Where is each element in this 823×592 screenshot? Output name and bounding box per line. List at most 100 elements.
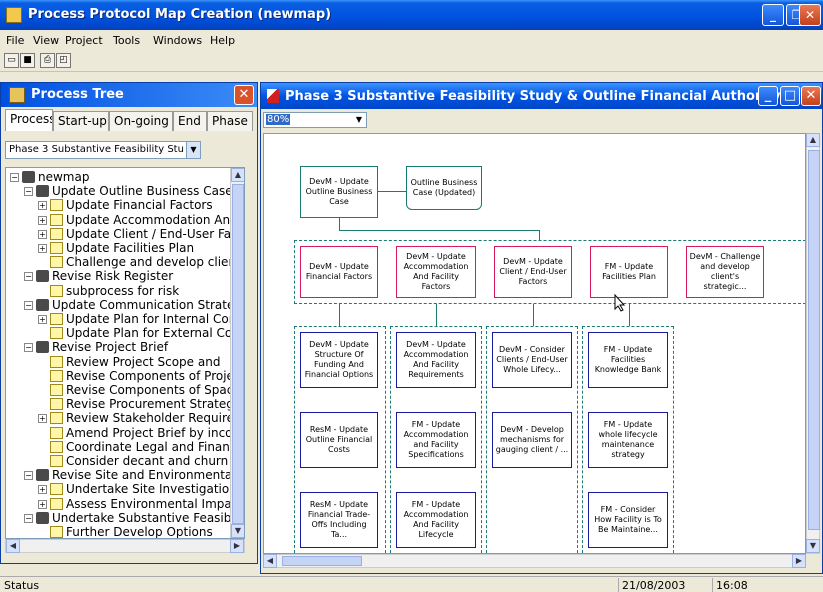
expand-icon[interactable]: + [38, 315, 47, 324]
tree-item[interactable]: − Revise Project Brief [24, 340, 168, 354]
expand-icon[interactable]: + [38, 229, 47, 239]
print-preview-icon[interactable]: ◰ [56, 53, 71, 68]
scroll-right-icon[interactable]: ▶ [792, 554, 806, 568]
save-icon[interactable]: ■ [20, 53, 35, 68]
process-tree-close-button[interactable]: ✕ [234, 85, 254, 105]
tree-item[interactable]: Coordinate Legal and Financial [38, 440, 244, 454]
tree-item[interactable]: − Update Outline Business Case [24, 184, 233, 198]
node-facilities-plan[interactable]: FM - Update Facilities Plan [590, 246, 668, 298]
menu-tools[interactable]: Tools [113, 34, 140, 47]
node-financial-tradeoffs[interactable]: ResM - Update Financial Trade-Offs Inclu… [300, 492, 378, 548]
collapse-icon[interactable]: − [24, 513, 33, 523]
tree-item[interactable]: Revise Procurement Strategy [38, 397, 241, 411]
tree-item[interactable]: + Update Facilities Plan [38, 241, 194, 255]
tree-item[interactable]: Amend Project Brief by incorporating [38, 426, 244, 440]
collapse-icon[interactable]: − [10, 173, 19, 182]
scroll-left-icon[interactable]: ◀ [6, 539, 20, 553]
scroll-right-icon[interactable]: ▶ [230, 539, 244, 553]
tab-process[interactable]: Process [5, 109, 53, 131]
tree-scroll-thumb[interactable] [232, 184, 244, 524]
node-accommodation-requirements[interactable]: DevM - Update Accommodation And Facility… [396, 332, 476, 388]
node-challenge-strategic[interactable]: DevM - Challenge and develop client's st… [686, 246, 764, 298]
node-accommodation-lifecycle[interactable]: FM - Update Accommodation And Facility L… [396, 492, 476, 548]
expand-icon[interactable] [38, 370, 47, 379]
tree-horizontal-scrollbar[interactable]: ◀ ▶ [5, 539, 245, 553]
collapse-icon[interactable]: − [24, 343, 33, 353]
map-maximize-button[interactable]: □ [780, 86, 800, 106]
expand-icon[interactable] [38, 384, 47, 393]
tree-item[interactable]: − newmap [10, 170, 89, 184]
map-canvas[interactable]: DevM - Update Outline Business Case Outl… [263, 133, 806, 554]
expand-icon[interactable] [38, 441, 47, 450]
node-accommodation-specifications[interactable]: FM - Update Accommodation and Facility S… [396, 412, 476, 468]
menu-file[interactable]: File [6, 34, 24, 47]
expand-icon[interactable]: + [38, 201, 47, 211]
map-vertical-scrollbar[interactable]: ▲ ▼ [806, 133, 820, 554]
expand-icon[interactable]: + [38, 244, 47, 253]
node-outline-business-case-doc[interactable]: Outline Business Case (Updated) [406, 166, 482, 210]
tree-item[interactable]: − Update Communication Strategy [24, 298, 244, 312]
scroll-up-icon[interactable]: ▲ [231, 168, 244, 182]
expand-icon[interactable]: + [38, 485, 47, 495]
node-gauging-client[interactable]: DevM - Develop mechanisms for gauging cl… [492, 412, 572, 468]
node-financial-factors[interactable]: DevM - Update Financial Factors [300, 246, 378, 298]
tree-item[interactable]: Consider decant and churn [38, 454, 228, 468]
tree-item[interactable]: Review Project Scope and [38, 355, 220, 369]
expand-icon[interactable] [38, 356, 47, 365]
print-icon[interactable]: ⎙ [40, 53, 55, 68]
node-lifecycle-maintenance[interactable]: FM - Update whole lifecycle maintenance … [588, 412, 668, 468]
tab-start-up[interactable]: Start-up [53, 111, 109, 131]
map-scroll-thumb[interactable] [808, 150, 820, 530]
collapse-icon[interactable]: − [24, 300, 33, 310]
expand-icon[interactable] [38, 526, 47, 535]
tree-item[interactable]: + Update Accommodation And Facility Facto… [38, 213, 244, 227]
tree-item[interactable]: + Update Financial Factors [38, 198, 213, 212]
phase-select[interactable]: Phase 3 Substantive Feasibility Stu ▼ [5, 141, 201, 159]
tree-item[interactable]: Revise Components of Space [38, 383, 241, 397]
scroll-down-icon[interactable]: ▼ [806, 539, 820, 553]
menu-windows[interactable]: Windows [153, 34, 202, 47]
node-client-whole-lifecycle[interactable]: DevM - Consider Clients / End-User Whole… [492, 332, 572, 388]
expand-icon[interactable]: + [38, 414, 47, 424]
expand-icon[interactable]: + [38, 215, 47, 225]
node-outline-business-case[interactable]: DevM - Update Outline Business Case [300, 166, 378, 218]
tree-vertical-scrollbar[interactable]: ▲ ▼ [230, 168, 244, 538]
tree-item[interactable]: − Undertake Substantive Feasibility [24, 511, 244, 525]
tree-item[interactable]: + Update Plan for Internal Communication [38, 312, 244, 326]
node-facility-maintained[interactable]: FM - Consider How Facility is To Be Main… [588, 492, 668, 548]
close-button[interactable]: ✕ [799, 4, 821, 26]
collapse-icon[interactable]: − [24, 187, 33, 197]
map-close-button[interactable]: ✕ [801, 86, 821, 106]
tree-item[interactable]: + Undertake Site Investigation [38, 482, 237, 496]
expand-icon[interactable] [38, 398, 47, 407]
expand-icon[interactable] [38, 455, 47, 464]
scroll-up-icon[interactable]: ▲ [806, 133, 820, 147]
chevron-down-icon[interactable]: ▼ [352, 113, 366, 127]
tab-end[interactable]: End [173, 111, 207, 131]
tree-item[interactable]: Challenge and develop client's strategic [38, 255, 244, 269]
tree-item[interactable]: Update Plan for External Communication [38, 326, 244, 340]
menu-project[interactable]: Project [65, 34, 103, 47]
menu-view[interactable]: View [33, 34, 59, 47]
scroll-left-icon[interactable]: ◀ [263, 554, 277, 568]
collapse-icon[interactable]: − [24, 272, 33, 282]
zoom-select[interactable]: 80% ▼ [263, 112, 367, 128]
minimize-button[interactable]: _ [762, 4, 784, 26]
tree-item[interactable]: Revise Components of Project [38, 369, 244, 383]
map-minimize-button[interactable]: _ [758, 86, 778, 106]
node-outline-financial-costs[interactable]: ResM - Update Outline Financial Costs [300, 412, 378, 468]
tree-item[interactable]: + Assess Environmental Impact [38, 497, 243, 511]
expand-icon[interactable] [38, 427, 47, 436]
map-horizontal-scrollbar[interactable]: ◀ ▶ [263, 554, 806, 568]
expand-icon[interactable] [38, 285, 47, 294]
tree-item[interactable]: − Revise Risk Register [24, 269, 173, 283]
tab-phase[interactable]: Phase [207, 111, 253, 131]
collapse-icon[interactable]: − [24, 471, 33, 481]
map-hscroll-thumb[interactable] [282, 556, 362, 566]
node-facilities-knowledge-bank[interactable]: FM - Update Facilities Knowledge Bank [588, 332, 668, 388]
menu-help[interactable]: Help [210, 34, 235, 47]
tab-on-going[interactable]: On-going [109, 111, 173, 131]
expand-icon[interactable]: + [38, 499, 47, 509]
tree-item[interactable]: + Review Stakeholder Requirements [38, 411, 244, 425]
expand-icon[interactable] [38, 256, 47, 265]
